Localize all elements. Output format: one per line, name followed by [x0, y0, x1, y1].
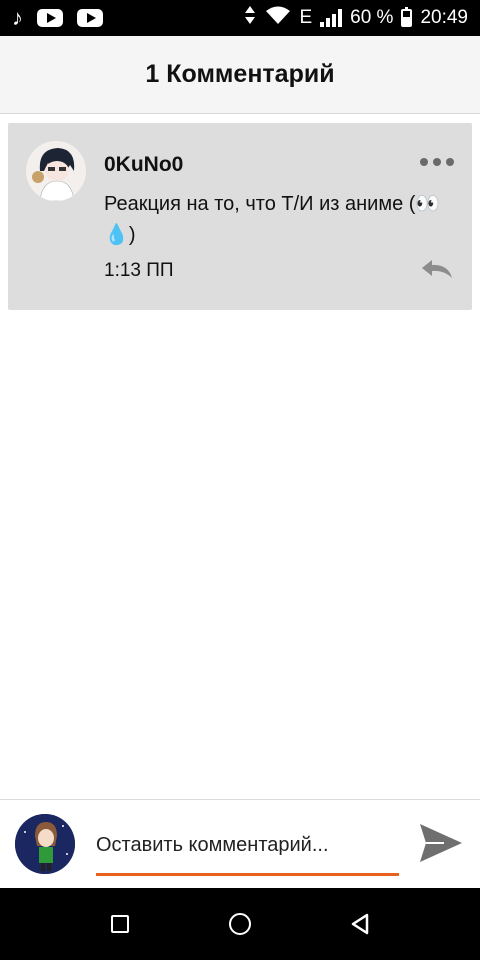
comment-composer [0, 799, 480, 888]
header: 1 Комментарий [0, 36, 480, 114]
comment-timestamp: 1:13 ПП [104, 260, 174, 281]
more-options-icon[interactable] [420, 158, 454, 166]
status-time: 20:49 [420, 7, 468, 28]
status-bar: ♪ E 60 % 20:49 [0, 0, 480, 36]
recent-apps-button[interactable] [100, 904, 140, 944]
youtube-icon [37, 9, 63, 27]
comment-username[interactable]: 0KuNo0 [104, 153, 183, 177]
status-left: ♪ [12, 7, 103, 29]
music-note-icon: ♪ [12, 5, 23, 30]
page-title: 1 Комментарий [145, 60, 335, 88]
home-button[interactable] [220, 904, 260, 944]
youtube-icon [77, 9, 103, 27]
back-button[interactable] [340, 904, 380, 944]
battery-icon [401, 7, 413, 27]
vibrate-icon [243, 5, 257, 31]
reply-icon[interactable] [420, 258, 454, 280]
network-type: E [299, 7, 313, 28]
circle-icon [229, 913, 251, 935]
navigation-bar [0, 888, 480, 960]
comment-card[interactable]: 0KuNo0 Реакция на то, что Т/И из аниме (… [8, 123, 472, 310]
back-triangle-icon [351, 913, 369, 935]
wifi-icon [265, 5, 291, 31]
square-icon [111, 915, 129, 933]
avatar[interactable] [15, 814, 75, 874]
comment-input[interactable] [96, 826, 399, 876]
battery-percent: 60 % [350, 7, 394, 28]
signal-icon [320, 9, 343, 27]
send-icon[interactable] [418, 822, 464, 864]
avatar[interactable] [26, 141, 86, 201]
status-right: E 60 % 20:49 [243, 5, 468, 31]
comment-text: Реакция на то, что Т/И из аниме (👀💧) [104, 193, 441, 246]
